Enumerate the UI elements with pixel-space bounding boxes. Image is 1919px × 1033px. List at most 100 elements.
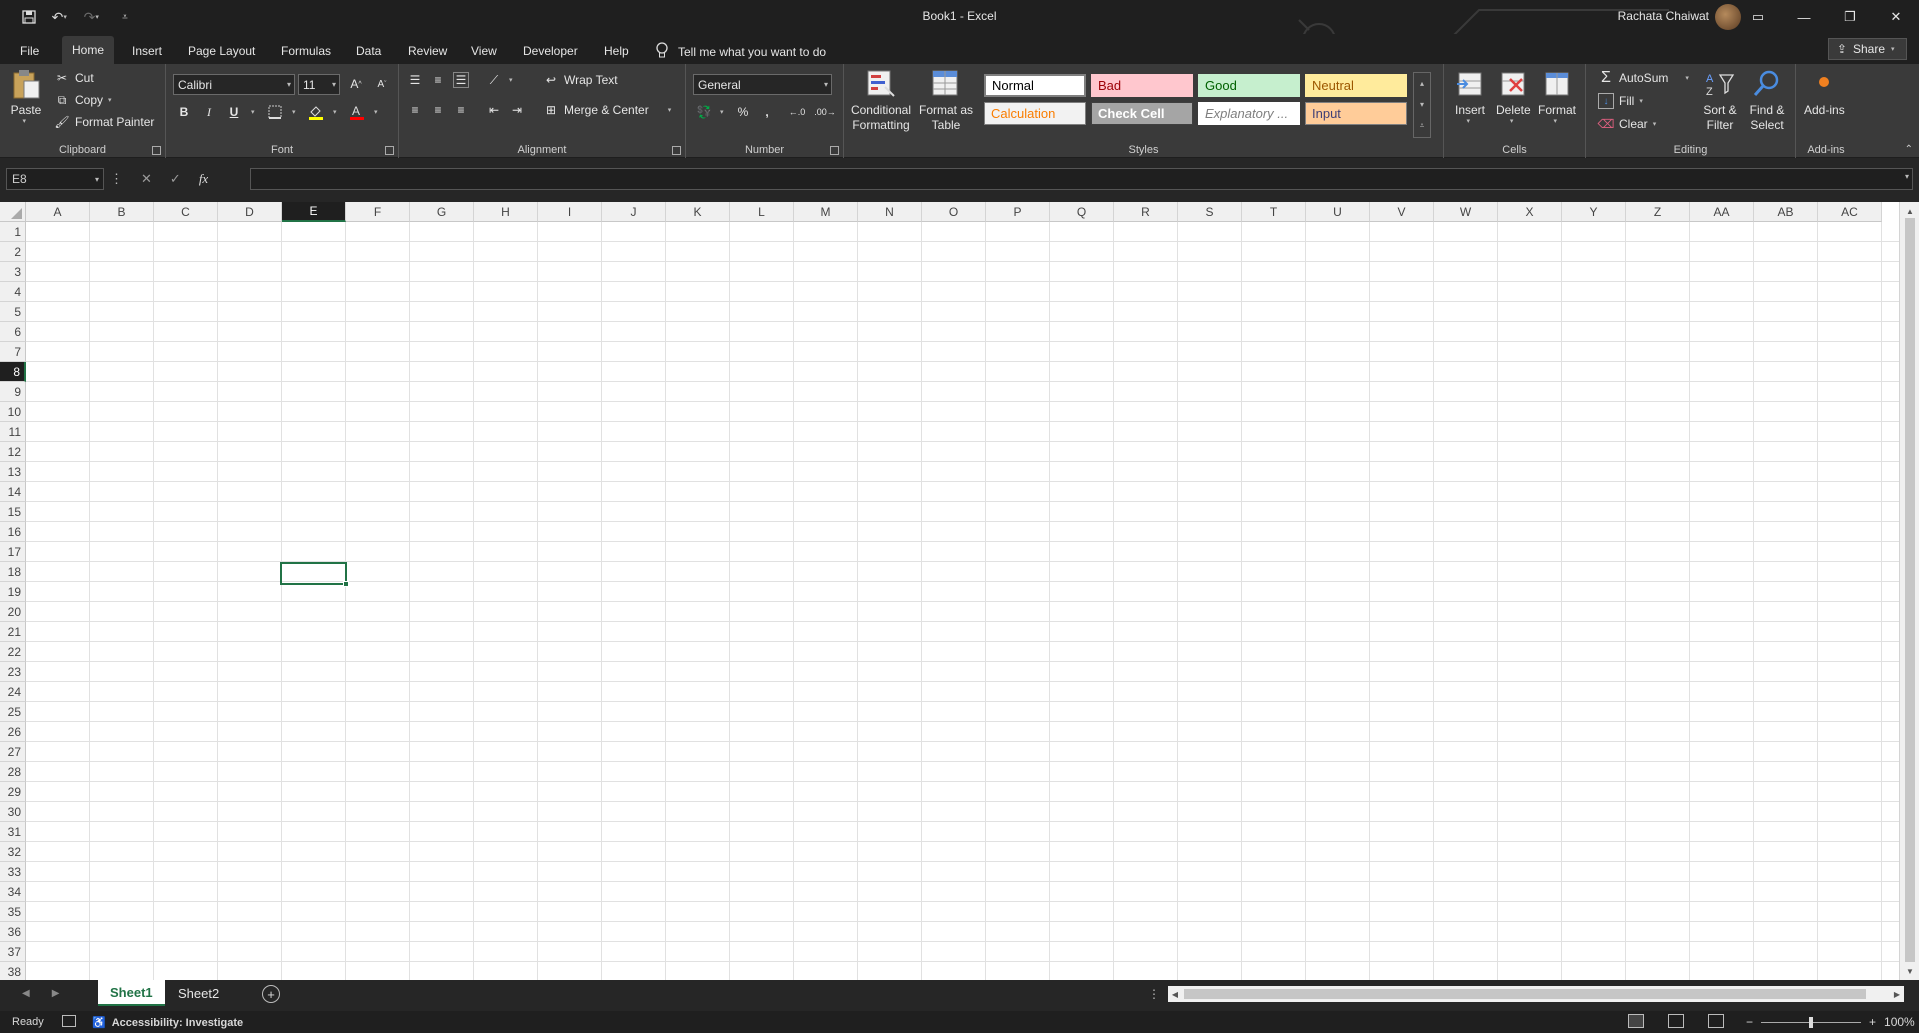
- redo-icon[interactable]: ↷ ▾: [82, 6, 104, 28]
- row-header-30[interactable]: 30: [0, 802, 26, 822]
- column-header-q[interactable]: Q: [1050, 202, 1114, 222]
- tab-data[interactable]: Data: [346, 39, 391, 63]
- italic-button[interactable]: I: [201, 104, 217, 120]
- row-header-25[interactable]: 25: [0, 702, 26, 722]
- column-header-k[interactable]: K: [666, 202, 730, 222]
- tab-file[interactable]: File: [10, 39, 49, 63]
- currency-icon[interactable]: 💱: [696, 104, 712, 120]
- share-button[interactable]: ⇪ Share ▾: [1827, 38, 1907, 60]
- zoom-level[interactable]: 100%: [1884, 1015, 1915, 1029]
- autosum-button[interactable]: Σ AutoSum ▾: [1598, 69, 1692, 86]
- decrease-decimal-icon[interactable]: .00→: [814, 104, 836, 120]
- row-header-32[interactable]: 32: [0, 842, 26, 862]
- column-header-o[interactable]: O: [922, 202, 986, 222]
- row-header-23[interactable]: 23: [0, 662, 26, 682]
- borders-icon[interactable]: [267, 104, 283, 120]
- column-header-i[interactable]: I: [538, 202, 602, 222]
- chevron-down-icon[interactable]: ▾: [509, 77, 516, 84]
- row-header-18[interactable]: 18: [0, 562, 26, 582]
- row-header-6[interactable]: 6: [0, 322, 26, 342]
- row-header-7[interactable]: 7: [0, 342, 26, 362]
- vertical-scroll-thumb[interactable]: [1905, 218, 1915, 962]
- column-header-x[interactable]: X: [1498, 202, 1562, 222]
- chevron-down-icon[interactable]: ▾: [720, 109, 727, 116]
- row-header-3[interactable]: 3: [0, 262, 26, 282]
- column-header-n[interactable]: N: [858, 202, 922, 222]
- scroll-left-icon[interactable]: ◀: [1168, 986, 1182, 1002]
- column-header-b[interactable]: B: [90, 202, 154, 222]
- decrease-font-icon[interactable]: Aˇ: [374, 76, 390, 92]
- font-size-combo[interactable]: 11 ▾: [298, 74, 340, 95]
- row-header-24[interactable]: 24: [0, 682, 26, 702]
- row-header-27[interactable]: 27: [0, 742, 26, 762]
- more-icon[interactable]: ⩡: [1420, 121, 1425, 131]
- row-header-16[interactable]: 16: [0, 522, 26, 542]
- next-sheet-icon[interactable]: ▶: [52, 988, 60, 999]
- column-header-a[interactable]: A: [26, 202, 90, 222]
- column-header-h[interactable]: H: [474, 202, 538, 222]
- column-header-z[interactable]: Z: [1626, 202, 1690, 222]
- insert-cells-button[interactable]: Insert ▾: [1454, 68, 1486, 125]
- column-header-e[interactable]: E: [282, 202, 346, 222]
- add-sheet-button[interactable]: +: [262, 985, 280, 1003]
- column-header-m[interactable]: M: [794, 202, 858, 222]
- chevron-up-icon[interactable]: ▴: [1420, 79, 1424, 88]
- row-header-26[interactable]: 26: [0, 722, 26, 742]
- row-header-15[interactable]: 15: [0, 502, 26, 522]
- tell-me-search[interactable]: Tell me what you want to do: [656, 42, 826, 61]
- increase-indent-icon[interactable]: ⇥: [509, 102, 525, 118]
- chevron-down-icon[interactable]: ▾: [1420, 100, 1424, 109]
- wrap-text-button[interactable]: ↩ Wrap Text: [543, 72, 618, 88]
- vertical-scrollbar[interactable]: ▲ ▼: [1899, 202, 1919, 980]
- tab-page-layout[interactable]: Page Layout: [178, 39, 265, 63]
- underline-button[interactable]: U: [226, 104, 242, 120]
- dialog-launcher-icon[interactable]: [385, 146, 394, 155]
- sheet-tab-sheet2[interactable]: Sheet2: [166, 980, 231, 1006]
- row-header-9[interactable]: 9: [0, 382, 26, 402]
- row-header-35[interactable]: 35: [0, 902, 26, 922]
- top-align-icon[interactable]: ☰: [407, 72, 423, 88]
- middle-align-icon[interactable]: ≡: [430, 72, 446, 88]
- cell-style-input[interactable]: Input: [1305, 102, 1407, 125]
- row-header-22[interactable]: 22: [0, 642, 26, 662]
- chevron-down-icon[interactable]: ▾: [1685, 75, 1692, 82]
- cut-button[interactable]: ✂ Cut: [54, 70, 94, 86]
- row-header-28[interactable]: 28: [0, 762, 26, 782]
- normal-view-icon[interactable]: [1628, 1014, 1644, 1028]
- name-box[interactable]: E8 ▾: [6, 168, 104, 190]
- active-cell[interactable]: [280, 562, 349, 587]
- chevron-down-icon[interactable]: ▾: [374, 109, 381, 116]
- cell-style-check-cell[interactable]: Check Cell: [1091, 102, 1193, 125]
- paste-button[interactable]: Paste ▾: [10, 68, 42, 125]
- orientation-icon[interactable]: ⟋: [486, 72, 502, 88]
- fill-handle[interactable]: [343, 581, 349, 587]
- column-header-c[interactable]: C: [154, 202, 218, 222]
- sheet-tab-sheet1[interactable]: Sheet1: [98, 980, 165, 1006]
- column-header-u[interactable]: U: [1306, 202, 1370, 222]
- row-header-20[interactable]: 20: [0, 602, 26, 622]
- more-options-icon[interactable]: ⋮: [110, 171, 123, 187]
- dialog-launcher-icon[interactable]: [152, 146, 161, 155]
- ribbon-display-options-icon[interactable]: ▭: [1735, 0, 1781, 34]
- cell-style-calculation[interactable]: Calculation: [984, 102, 1086, 125]
- chevron-down-icon[interactable]: ▾: [668, 107, 675, 114]
- zoom-in-icon[interactable]: +: [1869, 1015, 1876, 1029]
- row-header-29[interactable]: 29: [0, 782, 26, 802]
- chevron-down-icon[interactable]: ▾: [251, 109, 258, 116]
- column-header-v[interactable]: V: [1370, 202, 1434, 222]
- row-header-10[interactable]: 10: [0, 402, 26, 422]
- save-icon[interactable]: [18, 6, 40, 28]
- column-header-t[interactable]: T: [1242, 202, 1306, 222]
- dialog-launcher-icon[interactable]: [830, 146, 839, 155]
- accessibility-status[interactable]: ♿ Accessibility: Investigate: [92, 1016, 243, 1030]
- column-header-d[interactable]: D: [218, 202, 282, 222]
- conditional-formatting-button[interactable]: Conditional Formatting: [850, 68, 912, 133]
- row-header-36[interactable]: 36: [0, 922, 26, 942]
- scroll-down-icon[interactable]: ▼: [1900, 964, 1919, 978]
- addins-button[interactable]: Add-ins: [1804, 68, 1845, 118]
- collapse-ribbon-icon[interactable]: ⌃: [1905, 144, 1913, 155]
- row-header-38[interactable]: 38: [0, 962, 26, 980]
- column-header-r[interactable]: R: [1114, 202, 1178, 222]
- tab-review[interactable]: Review: [398, 39, 457, 63]
- restore-icon[interactable]: ❐: [1827, 0, 1873, 34]
